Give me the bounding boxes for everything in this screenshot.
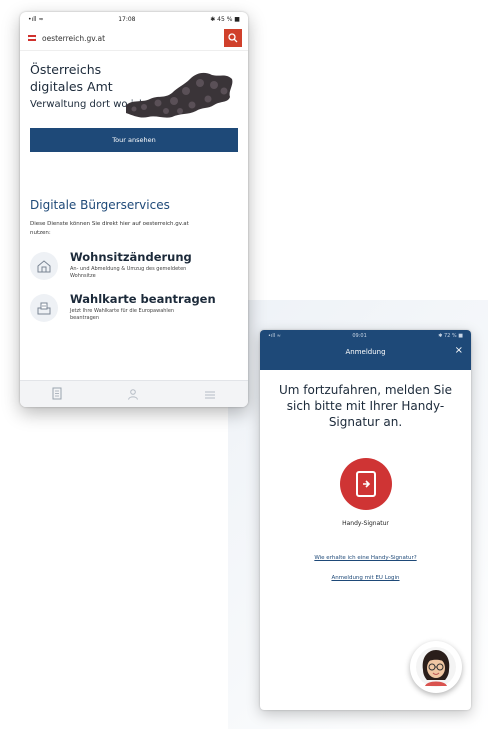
house-icon: [30, 252, 58, 280]
assistant-avatar-icon: [416, 647, 456, 687]
service-title: Wohnsitzänderung: [70, 250, 192, 264]
search-button[interactable]: [224, 29, 242, 47]
document-icon[interactable]: [52, 385, 62, 404]
status-time: 09:01: [352, 333, 367, 339]
phone-screen-home: •ıll ≈ 17:08 ✱ 45 % ■ oesterreich.gv.at …: [20, 12, 248, 407]
login-heading: Um fortzufahren, melden Sie sich bitte m…: [278, 383, 453, 429]
austria-flag-icon: [28, 35, 36, 41]
hero-section: Österreichs digitales Amt Verwaltung dor…: [20, 51, 248, 181]
service-item-wohnsitz[interactable]: Wohnsitzänderung An- und Abmeldung & Umz…: [30, 250, 238, 280]
address-bar[interactable]: oesterreich.gv.at: [20, 26, 248, 51]
austria-map-image: [126, 72, 233, 118]
url-text: oesterreich.gv.at: [42, 33, 106, 43]
handy-signatur-button[interactable]: [339, 458, 392, 510]
chat-assistant-button[interactable]: [410, 641, 462, 693]
bottom-navigation: [20, 380, 248, 407]
service-title: Wahlkarte beantragen: [70, 292, 216, 306]
handy-signatur-label: Handy-Signatur: [342, 520, 389, 527]
services-title: Digitale Bürgerservices: [30, 198, 170, 212]
status-carrier: •ıll ≈: [28, 15, 44, 23]
phone-login-icon: [355, 471, 376, 497]
menu-icon[interactable]: [204, 385, 216, 404]
handy-signatur-info-link[interactable]: Wie erhalte ich eine Handy-Signatur?: [260, 555, 471, 561]
status-bar: •ıll ≈ 17:08 ✱ 45 % ■: [20, 12, 248, 26]
status-bar: •ıll ≈ 09:01 ✱ 72 % ■: [260, 330, 471, 342]
login-header: •ıll ≈ 09:01 ✱ 72 % ■ Anmeldung ×: [260, 330, 471, 370]
status-carrier: •ıll ≈: [268, 333, 281, 339]
ballot-icon: [30, 294, 58, 322]
eu-login-link[interactable]: Anmeldung mit EU Login: [260, 575, 471, 581]
status-battery: ✱ 72 % ■: [438, 333, 463, 339]
search-icon: [228, 33, 238, 43]
service-description: An- und Abmeldung & Umzug des gemeldeten…: [70, 266, 187, 279]
status-battery: ✱ 45 % ■: [210, 15, 240, 23]
close-icon[interactable]: ×: [455, 346, 463, 356]
service-item-wahlkarte[interactable]: Wahlkarte beantragen Jetzt Ihre Wahlkart…: [30, 292, 238, 322]
tour-button[interactable]: Tour ansehen: [30, 128, 238, 152]
services-description: Diese Dienste können Sie direkt hier auf…: [30, 221, 189, 236]
login-title: Anmeldung: [345, 348, 386, 356]
services-section: Digitale Bürgerservices Diese Dienste kö…: [30, 198, 238, 322]
service-description: Jetzt Ihre Wahlkarte für die Europawahle…: [70, 308, 175, 321]
person-icon[interactable]: [127, 385, 139, 404]
status-time: 17:08: [118, 15, 136, 23]
